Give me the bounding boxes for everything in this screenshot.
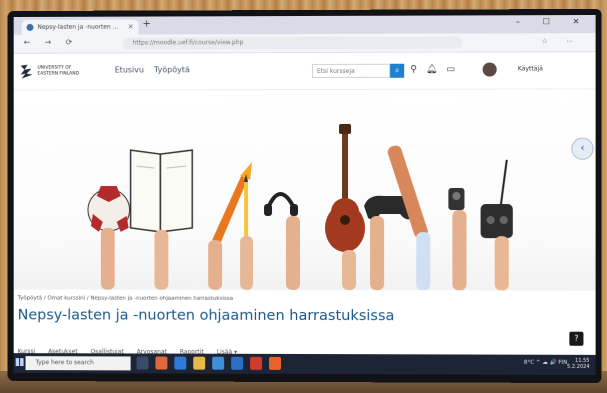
- search-toggle-icon[interactable]: ⚲: [410, 65, 417, 75]
- windows-taskbar: Type here to search 8°C ^ ☁ 🔊 FIN 11.55 …: [13, 353, 596, 376]
- primary-nav: Etusivu Työpöytä: [115, 65, 190, 74]
- screen: Nepsy-lasten ja -nuorten ... × + – ☐ ✕ ←…: [13, 14, 596, 376]
- help-button[interactable]: ?: [569, 331, 584, 346]
- taskbar-clock[interactable]: 11.55 5.2.2024: [567, 358, 590, 370]
- app-icon-1[interactable]: [155, 356, 168, 370]
- camera-icon: [448, 187, 467, 291]
- system-tray[interactable]: 8°C ^ ☁ 🔊 FIN: [524, 360, 567, 366]
- university-logo-icon[interactable]: [20, 64, 34, 80]
- url-field[interactable]: https://moodle.uef.fi/course/view.php: [122, 36, 463, 50]
- course-index-toggle[interactable]: ‹: [571, 137, 594, 160]
- hands-holding-hobby-items-illustration: [87, 123, 513, 291]
- app-icon-2[interactable]: [174, 356, 187, 370]
- app-icon-7[interactable]: [269, 356, 282, 370]
- tab-title: Nepsy-lasten ja -nuorten ...: [37, 23, 119, 31]
- taskbar-apps: [136, 356, 282, 370]
- app-icon-4[interactable]: [212, 356, 225, 370]
- remote-control-icon: [480, 160, 513, 291]
- course-search-input[interactable]: Etsi kursseja: [312, 63, 391, 78]
- logo-text: UNIVERSITY OF EASTERN FINLAND: [37, 65, 80, 77]
- browser-tab[interactable]: Nepsy-lasten ja -nuorten ... ×: [21, 19, 139, 35]
- open-book-icon: [130, 149, 194, 291]
- breadcrumb[interactable]: Työpöytä / Omat kurssini / Nepsy-lasten …: [18, 295, 233, 301]
- headphones-icon: [264, 192, 301, 291]
- course-hero-image: ‹: [13, 89, 596, 291]
- chat-icon[interactable]: ▭: [446, 65, 455, 75]
- address-bar-row: ← → ⟳ https://moodle.uef.fi/course/view.…: [13, 33, 596, 54]
- taskbar-search-input[interactable]: Type here to search: [25, 356, 131, 371]
- app-icon-6[interactable]: [250, 356, 263, 370]
- task-view-icon[interactable]: [136, 356, 149, 370]
- bell-icon[interactable]: 🔔︎: [426, 65, 437, 75]
- browser-tab-bar: Nepsy-lasten ja -nuorten ... × + – ☐ ✕: [13, 14, 596, 35]
- ukulele-icon: [324, 123, 365, 290]
- monitor: Nepsy-lasten ja -nuorten ... × + – ☐ ✕ ←…: [7, 8, 602, 384]
- tab-close-icon[interactable]: ×: [128, 20, 134, 35]
- nav-link-home[interactable]: Etusivu: [115, 65, 144, 74]
- nav-link-dashboard[interactable]: Työpöytä: [154, 65, 190, 74]
- search-icon[interactable]: ⌕: [390, 63, 405, 78]
- page-title: Nepsy-lasten ja -nuorten ohjaaminen harr…: [17, 307, 395, 325]
- windows-start-icon[interactable]: [15, 358, 24, 367]
- site-header: UNIVERSITY OF EASTERN FINLAND Etusivu Ty…: [13, 52, 596, 91]
- new-tab-button[interactable]: +: [143, 19, 151, 30]
- user-menu[interactable]: Käyttäjä: [518, 65, 543, 72]
- football-icon: [87, 186, 131, 290]
- header-icons: ⚲ 🔔︎ ▭: [410, 65, 455, 75]
- clock-date: 5.2.2024: [567, 363, 590, 370]
- window-controls[interactable]: – ☐ ✕: [516, 17, 590, 26]
- favicon-icon: [26, 23, 34, 31]
- avatar[interactable]: [482, 62, 497, 77]
- outlook-icon[interactable]: [231, 356, 244, 370]
- browser-nav-buttons[interactable]: ← → ⟳: [24, 38, 79, 47]
- file-explorer-icon[interactable]: [193, 356, 206, 370]
- browser-toolbar-icons[interactable]: ☆ ⋯: [542, 37, 582, 45]
